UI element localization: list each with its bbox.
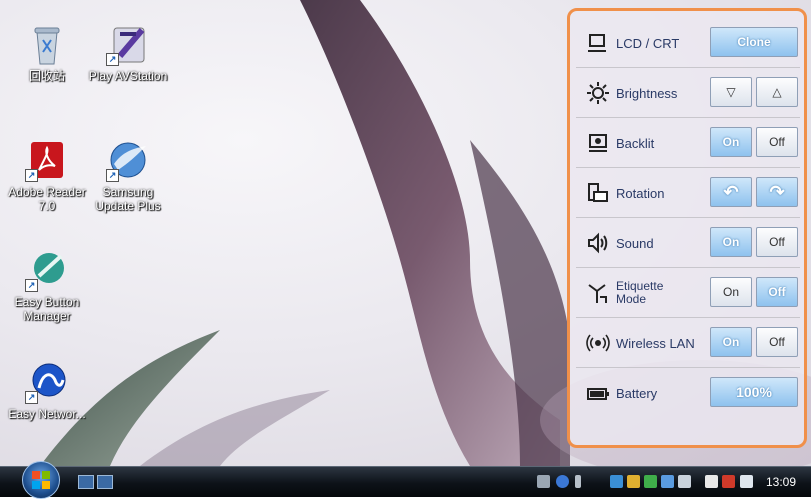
tray-pin-icon[interactable]	[575, 475, 581, 488]
tray-help-icon[interactable]	[556, 475, 569, 488]
play-avstation-icon: ↗	[106, 22, 150, 66]
row-label: Etiquette Mode	[616, 279, 664, 306]
rotate-left-button[interactable]: ↶	[710, 177, 752, 207]
row-sound: Sound On Off	[576, 219, 800, 268]
row-label: Battery	[616, 385, 658, 401]
row-label: LCD / CRT	[616, 35, 680, 51]
wireless-on-button[interactable]: On	[710, 327, 752, 357]
row-label: Brightness	[616, 85, 678, 101]
row-wireless-lan: Wireless LAN On Off	[576, 319, 800, 368]
battery-status: 100%	[710, 377, 798, 407]
backlit-icon	[586, 131, 610, 155]
windows-logo-icon	[32, 471, 50, 489]
row-label: Backlit	[616, 135, 655, 151]
taskbar: 13:09	[0, 461, 811, 499]
tray-power-icon[interactable]	[722, 475, 735, 488]
row-etiquette-mode: Etiquette Mode On Off	[576, 269, 800, 318]
etiquette-icon	[586, 281, 610, 305]
easy-button-manager-icon: ↗	[25, 248, 69, 292]
brightness-down-button[interactable]: ▽	[710, 77, 752, 107]
desktop-icon-easy-network[interactable]: ↗ Easy Networ...	[7, 360, 87, 421]
row-rotation: Rotation ↶ ↷	[576, 169, 800, 218]
tray-device-icon[interactable]	[678, 475, 691, 488]
desktop-icon-label: Samsung Update Plus	[95, 185, 161, 213]
start-button[interactable]	[22, 461, 60, 499]
battery-icon	[586, 381, 610, 405]
recycle-bin-icon	[25, 22, 69, 66]
switch-windows-icon[interactable]	[97, 475, 113, 489]
backlit-on-button[interactable]: On	[710, 127, 752, 157]
desktop-icon-adobe-reader[interactable]: ↗ Adobe Reader 7.0	[7, 138, 87, 213]
tray-network-icon[interactable]	[610, 475, 623, 488]
speaker-icon	[586, 231, 610, 255]
tray-keyboard-icon[interactable]	[537, 475, 550, 488]
rotation-icon	[586, 181, 610, 205]
desktop-icon-label: Easy Networ...	[8, 407, 86, 421]
row-label: Wireless LAN	[616, 335, 695, 351]
tray-monitor-icon[interactable]	[661, 475, 674, 488]
desktop-icon-label: Easy Button Manager	[14, 295, 80, 323]
shortcut-arrow-icon: ↗	[106, 53, 119, 66]
sound-on-button[interactable]: On	[710, 227, 752, 257]
etiquette-on-button[interactable]: On	[710, 277, 752, 307]
shortcut-arrow-icon: ↗	[25, 391, 38, 404]
tray-volume-icon[interactable]	[740, 475, 753, 488]
sun-icon	[586, 81, 610, 105]
wireless-off-button[interactable]: Off	[756, 327, 798, 357]
row-backlit: Backlit On Off	[576, 119, 800, 168]
tray-app-icon[interactable]	[644, 475, 657, 488]
shortcut-arrow-icon: ↗	[25, 169, 38, 182]
shortcut-arrow-icon: ↗	[25, 279, 38, 292]
desktop-icon-recycle-bin[interactable]: 回收站	[7, 22, 87, 83]
easy-button-panel: LCD / CRT Clone Brightness ▽ △ Backlit O…	[567, 8, 807, 448]
row-label: Rotation	[616, 185, 665, 201]
shortcut-arrow-icon: ↗	[106, 169, 119, 182]
sound-off-button[interactable]: Off	[756, 227, 798, 257]
row-battery: Battery 100%	[576, 369, 800, 417]
show-desktop-icon[interactable]	[78, 475, 94, 489]
taskbar-clock[interactable]: 13:09	[766, 467, 796, 497]
row-lcd-crt: LCD / CRT Clone	[576, 19, 800, 68]
desktop-icon-label: 回收站	[28, 69, 65, 83]
easy-network-icon: ↗	[25, 360, 69, 404]
adobe-reader-icon: ↗	[25, 138, 69, 182]
etiquette-off-button[interactable]: Off	[756, 277, 798, 307]
desktop-icon-label: Adobe Reader 7.0	[8, 185, 86, 213]
desktop-icon-label: Play AVStation	[88, 69, 168, 83]
row-label: Sound	[616, 235, 654, 251]
backlit-off-button[interactable]: Off	[756, 127, 798, 157]
brightness-up-button[interactable]: △	[756, 77, 798, 107]
desktop-icon-play-avstation[interactable]: ↗ Play AVStation	[88, 22, 168, 83]
wireless-icon	[586, 331, 610, 355]
tray-shield-icon[interactable]	[627, 475, 640, 488]
tray-battery-icon[interactable]	[705, 475, 718, 488]
desktop-icon-easy-button-manager[interactable]: ↗ Easy Button Manager	[7, 248, 87, 323]
monitor-icon	[586, 31, 610, 55]
row-brightness: Brightness ▽ △	[576, 69, 800, 118]
clone-button[interactable]: Clone	[710, 27, 798, 57]
samsung-update-plus-icon: ↗	[106, 138, 150, 182]
rotate-right-button[interactable]: ↷	[756, 177, 798, 207]
desktop-icon-samsung-update-plus[interactable]: ↗ Samsung Update Plus	[88, 138, 168, 213]
